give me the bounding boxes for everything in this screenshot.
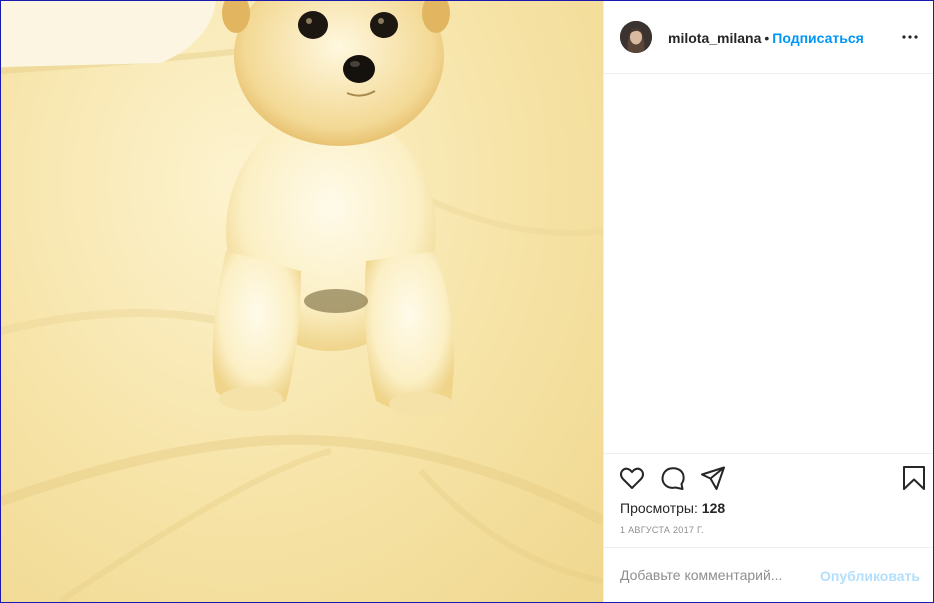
share-icon[interactable]: [699, 464, 727, 492]
avatar-image: [620, 21, 652, 53]
avatar[interactable]: [620, 21, 652, 53]
post-media[interactable]: [1, 1, 603, 602]
username-link[interactable]: milota_milana: [668, 30, 761, 46]
follow-button[interactable]: Подписаться: [772, 30, 864, 46]
dog-video-frame: [1, 1, 603, 602]
views-number: 128: [701, 500, 726, 516]
publish-button[interactable]: Опубликовать: [820, 568, 920, 584]
post-modal: milota_milana • Подписаться Просмотры: 1…: [0, 0, 934, 603]
header-text: milota_milana • Подписаться: [668, 30, 864, 46]
more-horizontal-icon[interactable]: [898, 27, 922, 47]
post-date[interactable]: 1 АВГУСТА 2017 Г.: [620, 525, 704, 535]
views-count[interactable]: Просмотры: 128: [620, 500, 725, 516]
comment-box: Опубликовать: [604, 547, 933, 602]
heart-icon[interactable]: [618, 464, 646, 492]
post-actions: [604, 453, 933, 502]
post-header: milota_milana • Подписаться: [604, 1, 933, 74]
post-sidebar: milota_milana • Подписаться Просмотры: 1…: [603, 1, 933, 602]
comment-icon[interactable]: [659, 464, 687, 492]
comment-input[interactable]: [620, 567, 820, 583]
separator-dot: •: [764, 30, 770, 46]
views-label: Просмотры:: [620, 500, 698, 516]
bookmark-icon[interactable]: [900, 464, 928, 492]
